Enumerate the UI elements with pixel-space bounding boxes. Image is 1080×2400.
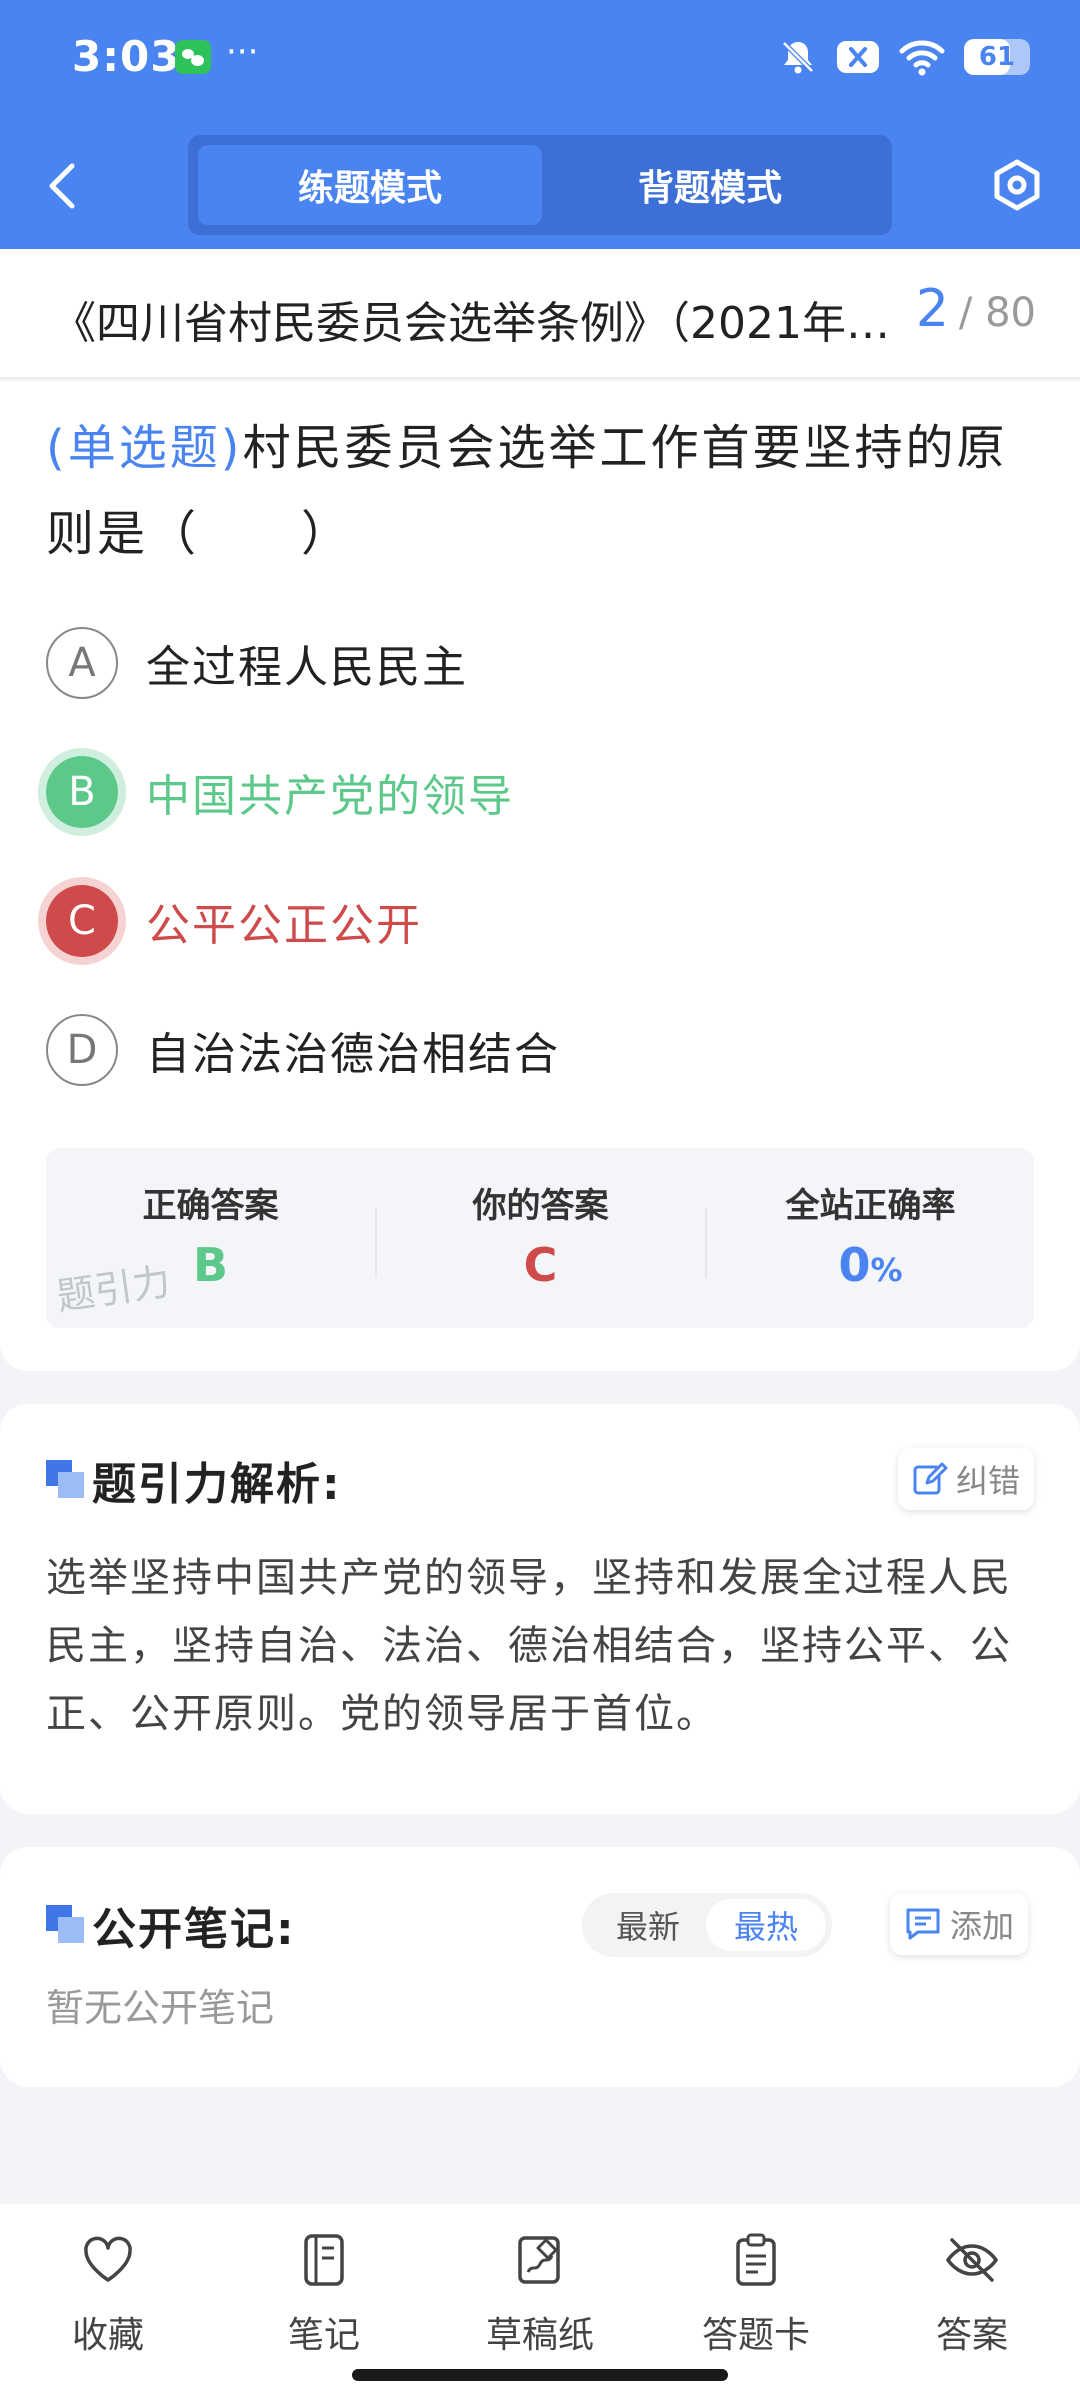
tab-draft-paper[interactable]: 草稿纸 — [432, 2232, 648, 2362]
back-button[interactable] — [40, 158, 88, 214]
tab-answer-sheet[interactable]: 答题卡 — [648, 2232, 864, 2362]
accuracy-column: 全站正确率 0% — [706, 1148, 1035, 1328]
option-d[interactable]: D 自治法治德治相结合 — [46, 1013, 560, 1087]
analysis-card: 题引力解析: 纠错 选举坚持中国共产党的领导，坚持和发展全过程人民民主，坚持自治… — [0, 1404, 1080, 1814]
option-c[interactable]: C 公平公正公开 — [46, 884, 422, 958]
status-time: 3:03 — [72, 32, 181, 81]
tab-memorize-mode[interactable]: 背题模式 — [538, 145, 882, 225]
notes-title: 公开笔记: — [92, 1904, 296, 1955]
option-letter: B — [46, 756, 118, 828]
eye-off-icon — [944, 2232, 1000, 2288]
sort-hottest[interactable]: 最热 — [706, 1899, 826, 1951]
tab-answer[interactable]: 答案 — [864, 2232, 1080, 2362]
add-note-button[interactable]: 添加 — [890, 1893, 1029, 1955]
tab-practice-mode[interactable]: 练题模式 — [198, 145, 542, 225]
clipboard-icon — [728, 2232, 784, 2288]
accuracy-value: 0% — [706, 1238, 1035, 1292]
draft-paper-icon — [512, 2232, 568, 2288]
option-letter: D — [46, 1014, 118, 1086]
option-b[interactable]: B 中国共产党的领导 — [46, 755, 514, 829]
your-answer-label: 你的答案 — [472, 1186, 609, 1226]
edit-icon — [913, 1462, 948, 1495]
tab-label: 答题卡 — [701, 2315, 810, 2356]
question-set-titlebar: 《四川省村民委员会选举条例》（2021年修订） 2 / 80 — [0, 249, 1080, 379]
mode-switch: 练题模式 背题模式 — [188, 135, 892, 235]
tab-label: 草稿纸 — [485, 2315, 594, 2356]
option-letter: A — [46, 627, 118, 699]
heart-icon — [80, 2232, 136, 2288]
analysis-title: 题引力解析: — [92, 1459, 342, 1510]
more-notifications-icon: ··· — [226, 32, 259, 72]
correct-answer-label: 正确答案 — [142, 1186, 279, 1226]
tab-notes[interactable]: 笔记 — [216, 2232, 432, 2362]
option-text: 公平公正公开 — [146, 900, 422, 951]
home-indicator[interactable] — [352, 2369, 728, 2381]
comment-icon — [906, 1908, 940, 1940]
current-question-number: 2 — [915, 279, 949, 339]
question-type-tag: (单选题) — [46, 420, 243, 476]
option-text: 中国共产党的领导 — [146, 771, 514, 822]
wechat-icon — [175, 40, 211, 74]
option-text: 全过程人民民主 — [146, 642, 468, 693]
sort-newest[interactable]: 最新 — [588, 1899, 708, 1951]
total-question-count: / 80 — [958, 290, 1036, 336]
report-error-label: 纠错 — [956, 1462, 1021, 1500]
add-note-label: 添加 — [950, 1907, 1015, 1945]
mute-bell-icon — [778, 37, 818, 77]
option-a[interactable]: A 全过程人民民主 — [46, 626, 468, 700]
tab-label: 笔记 — [287, 2315, 360, 2356]
your-answer-column: 你的答案 C — [376, 1148, 705, 1328]
app-header: 3:03 ··· 61 练题模式 背题模式 — [0, 0, 1080, 249]
wifi-icon — [898, 37, 946, 77]
tab-favorite[interactable]: 收藏 — [0, 2232, 216, 2362]
notebook-icon — [296, 2232, 352, 2288]
settings-hex-icon[interactable] — [990, 158, 1044, 212]
status-bar: 3:03 ··· 61 — [0, 0, 1080, 120]
report-error-button[interactable]: 纠错 — [898, 1448, 1035, 1510]
notes-sort-toggle: 最新 最热 — [582, 1893, 832, 1957]
tab-label: 收藏 — [71, 2315, 144, 2356]
question-card: (单选题)村民委员会选举工作首要坚持的原则是（ ） A 全过程人民民主 B 中国… — [0, 381, 1080, 1371]
question-stem: (单选题)村民委员会选举工作首要坚持的原则是（ ） — [46, 405, 1036, 577]
battery-level: 61 — [978, 42, 1016, 72]
accuracy-unit: % — [870, 1251, 903, 1289]
empty-notes-text: 暂无公开笔记 — [46, 1986, 275, 2030]
section-squares-icon — [46, 1460, 86, 1500]
close-box-icon — [836, 39, 880, 75]
question-set-title: 《四川省村民委员会选举条例》（2021年修订） — [52, 298, 912, 349]
analysis-text: 选举坚持中国共产党的领导，坚持和发展全过程人民民主，坚持自治、法治、德治相结合，… — [46, 1555, 1012, 1737]
question-progress[interactable]: 2 / 80 — [916, 279, 1036, 339]
answer-summary: 正确答案 B 你的答案 C 全站正确率 0% 题引力 — [46, 1148, 1034, 1328]
option-text: 自治法治德治相结合 — [146, 1029, 560, 1080]
your-answer-value: C — [523, 1238, 558, 1292]
battery-icon: 61 — [964, 39, 1030, 75]
accuracy-number: 0 — [838, 1238, 871, 1292]
section-squares-icon — [46, 1905, 86, 1945]
public-notes-card: 公开笔记: 最新 最热 添加 暂无公开笔记 — [0, 1847, 1080, 2087]
accuracy-label: 全站正确率 — [785, 1186, 956, 1226]
tab-label: 答案 — [935, 2315, 1008, 2356]
option-letter: C — [46, 885, 118, 957]
